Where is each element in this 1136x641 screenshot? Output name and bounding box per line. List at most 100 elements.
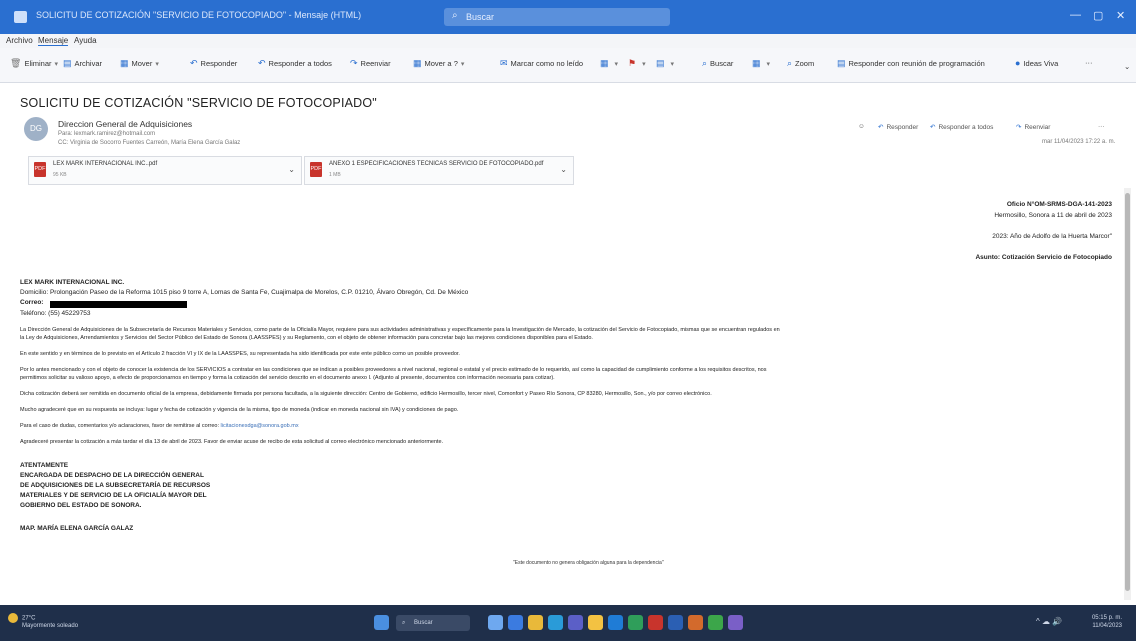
archive-button[interactable]: ▤ Archivar [63, 58, 102, 69]
search-icon: ⌕ [402, 620, 406, 626]
powerpoint-icon[interactable] [688, 615, 703, 630]
move-to-icon: ▦ [413, 58, 422, 68]
signer-name: MAP. MARÍA ELENA GARCÍA GALAZ [20, 525, 134, 532]
sign-line-3: MATERIALES Y DE SERVICIO DE LA OFICIALÍA… [20, 492, 207, 499]
chevron-down-icon[interactable]: ⌄ [560, 165, 567, 174]
footnote: "Este documento no genera obligación alg… [513, 560, 664, 566]
mark-unread-icon: ✉ [500, 58, 508, 68]
more-options-button[interactable]: ··· [1085, 58, 1093, 67]
zoom-icon: ⌕ [787, 58, 793, 68]
app-icon[interactable] [728, 615, 743, 630]
reply-button[interactable]: ↶ Responder [190, 58, 237, 69]
viva-insights-button[interactable]: ● Ideas Viva [1015, 58, 1058, 68]
system-tray-icons[interactable]: ^ ☁ 🔊 [1036, 617, 1062, 626]
word-icon[interactable] [668, 615, 683, 630]
mark-unread-button[interactable]: ✉ Marcar como no leído [500, 58, 583, 69]
reading-pane: SOLICITU DE COTIZACIÓN "SERVICIO DE FOTO… [0, 83, 1136, 605]
menu-mensaje[interactable]: Mensaje [38, 36, 69, 46]
categorize-icon: ▦ [600, 58, 609, 68]
minimize-button[interactable]: — [1070, 9, 1081, 21]
taskbar-search[interactable]: ⌕ Buscar [396, 615, 470, 631]
forward-icon: ↷ [1016, 124, 1022, 131]
forward-action[interactable]: ↷ Reenviar [1016, 123, 1050, 131]
sender-name[interactable]: Direccion General de Adquisiciones [58, 119, 192, 129]
emoji-react-icon[interactable]: ☺ [858, 123, 865, 130]
attachment-name: ANEXO 1 ESPECIFICACIONES TECNICAS SERVIC… [329, 161, 544, 167]
attachment-2[interactable]: PDF ANEXO 1 ESPECIFICACIONES TECNICAS SE… [304, 156, 574, 185]
find-button[interactable]: ⌕ Buscar [702, 58, 733, 69]
reply-all-icon: ↶ [258, 58, 266, 68]
title-search-placeholder: Buscar [466, 12, 495, 22]
menu-bar: Archivo Mensaje Ayuda [0, 34, 1136, 48]
view-icon: ▤ [656, 58, 665, 68]
window-title: SOLICITU DE COTIZACIÓN "SERVICIO DE FOTO… [36, 10, 362, 20]
excel-icon[interactable] [628, 615, 643, 630]
meeting-reply-button[interactable]: ▤ Responder con reunión de programación [837, 58, 985, 69]
menu-archivo[interactable]: Archivo [6, 36, 33, 45]
sun-icon [8, 613, 18, 623]
taskbar: 27°C Mayormente soleado ⌕ Buscar ^ ☁ 🔊 05… [0, 605, 1136, 641]
translate-icon: ▦ [752, 58, 761, 68]
folder-icon[interactable] [528, 615, 543, 630]
correo-label: Correo: [20, 299, 44, 306]
move-button[interactable]: ▦ Mover ▾ [120, 58, 159, 69]
meeting-reply-icon: ▤ [837, 58, 846, 68]
pdf-icon: PDF [310, 162, 322, 177]
attachment-name: LEX MARK INTERNACIONAL INC..pdf [53, 161, 158, 167]
outlook-app-icon [14, 11, 27, 23]
title-search-box[interactable]: ⌕ Buscar [444, 8, 670, 26]
chrome-icon[interactable] [588, 615, 603, 630]
maximize-button[interactable]: ▢ [1093, 9, 1103, 22]
paragraph-2: En este sentido y en términos de lo prev… [20, 351, 460, 357]
reply-all-icon: ↶ [930, 124, 936, 131]
delete-button[interactable]: 🗑 Eliminar ▾ [10, 58, 58, 69]
paragraph-1-line-1: La Dirección General de Adquisiciones de… [20, 327, 780, 333]
oficio-number: Oficio N°OM-SRMS-DGA-141-2023 [1006, 201, 1112, 208]
translate-button[interactable]: ▦ ▾ [752, 58, 770, 69]
more-actions-button[interactable]: ··· [1098, 123, 1105, 130]
pdf-reader-icon[interactable] [648, 615, 663, 630]
recipient: LEX MARK INTERNACIONAL INC. [20, 279, 125, 286]
file-explorer-icon[interactable] [508, 615, 523, 630]
place-date: Hermosillo, Sonora a 11 de abril de 2023 [994, 212, 1112, 219]
attachment-size: 1 MB [329, 172, 341, 178]
reply-all-button[interactable]: ↶ Responder a todos [258, 58, 332, 69]
redacted-block [50, 301, 187, 308]
windows-start-icon[interactable] [374, 615, 389, 630]
attachment-1[interactable]: PDF LEX MARK INTERNACIONAL INC..pdf 95 K… [28, 156, 302, 185]
close-button[interactable]: ✕ [1116, 9, 1125, 22]
flag-button[interactable]: ⚑ ▾ [628, 58, 646, 69]
task-view-icon[interactable] [488, 615, 503, 630]
edge-browser-icon[interactable] [548, 615, 563, 630]
clock[interactable]: 05:15 p. m. 11/04/2023 [1092, 614, 1122, 630]
paragraph-6: Para el caso de dudas, comentarios y/o a… [20, 423, 299, 429]
app-icon[interactable] [708, 615, 723, 630]
domicilio: Domicilio: Prolongación Paseo de la Refo… [20, 289, 469, 296]
teams-icon[interactable] [568, 615, 583, 630]
reply-all-action[interactable]: ↶ Responder a todos [930, 123, 993, 131]
contact-email-link[interactable]: licitacionesdga@sonora.gob.mx [221, 423, 299, 429]
ribbon-toolbar: 🗑 Eliminar ▾ ▤ Archivar ▦ Mover ▾ ↶ Responder … [0, 48, 1136, 83]
year-motto: 2023: Año de Adolfo de la Huerta Marcor" [992, 233, 1112, 240]
menu-ayuda[interactable]: Ayuda [74, 36, 97, 45]
categorize-button[interactable]: ▦ ▾ [600, 58, 618, 69]
sign-line-2: DE ADQUISICIONES DE LA SUBSECRETARÍA DE … [20, 482, 211, 489]
chevron-down-icon[interactable]: ⌄ [288, 165, 295, 174]
forward-button[interactable]: ↷ Reenviar [350, 58, 391, 69]
flag-icon: ⚑ [628, 58, 637, 68]
vertical-scrollbar[interactable] [1124, 188, 1131, 600]
paragraph-4: Dicha cotización deberá ser remitida en … [20, 391, 712, 397]
view-button[interactable]: ▤ ▾ [656, 58, 674, 69]
scrollbar-thumb[interactable] [1125, 193, 1130, 591]
message-subject: SOLICITU DE COTIZACIÓN "SERVICIO DE FOTO… [20, 96, 377, 110]
weather-widget[interactable]: 27°C Mayormente soleado [8, 613, 78, 629]
outlook-icon[interactable] [608, 615, 623, 630]
asunto: Asunto: Cotización Servicio de Fotocopia… [975, 254, 1112, 261]
move-to-button[interactable]: ▦ Mover a ? ▾ [413, 58, 464, 69]
zoom-button[interactable]: ⌕ Zoom [787, 58, 814, 69]
move-icon: ▦ [120, 58, 129, 68]
collapse-ribbon-icon[interactable]: ⌄ [1124, 62, 1130, 71]
more-icon: ··· [1085, 58, 1093, 67]
reply-action[interactable]: ↶ Responder [878, 123, 918, 131]
cc-line: CC: Virginia de Socorro Fuentes Carreón,… [58, 140, 241, 146]
